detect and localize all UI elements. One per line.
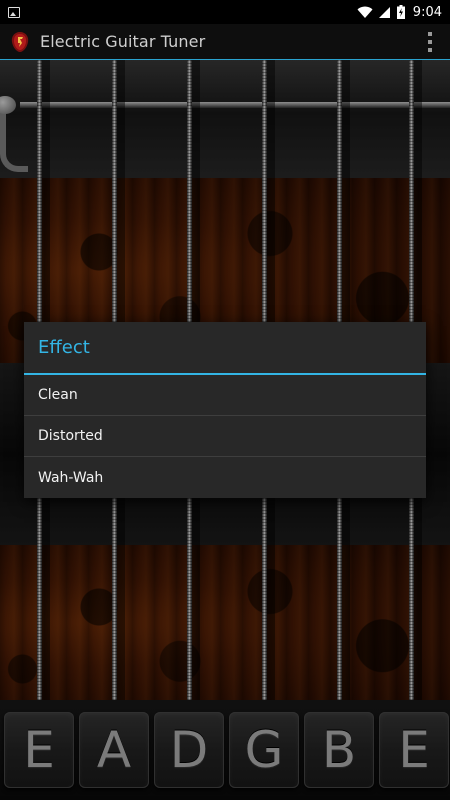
app-title: Electric Guitar Tuner (40, 32, 206, 51)
action-bar: Electric Guitar Tuner (0, 24, 450, 60)
effect-option-distorted[interactable]: Distorted (24, 416, 426, 457)
battery-charging-icon (396, 5, 405, 19)
dialog-title: Effect (24, 322, 426, 375)
effect-option-wah-wah[interactable]: Wah-Wah (24, 457, 426, 498)
status-bar: 9:04 (0, 0, 450, 24)
overflow-menu-icon[interactable] (428, 32, 432, 52)
status-time: 9:04 (412, 4, 442, 20)
signal-icon (378, 6, 390, 18)
effect-option-clean[interactable]: Clean (24, 375, 426, 416)
wifi-icon (357, 6, 373, 18)
guitar-app-icon (11, 31, 29, 52)
image-notification-icon (8, 6, 20, 18)
effect-dialog: Effect Clean Distorted Wah-Wah (24, 322, 426, 498)
